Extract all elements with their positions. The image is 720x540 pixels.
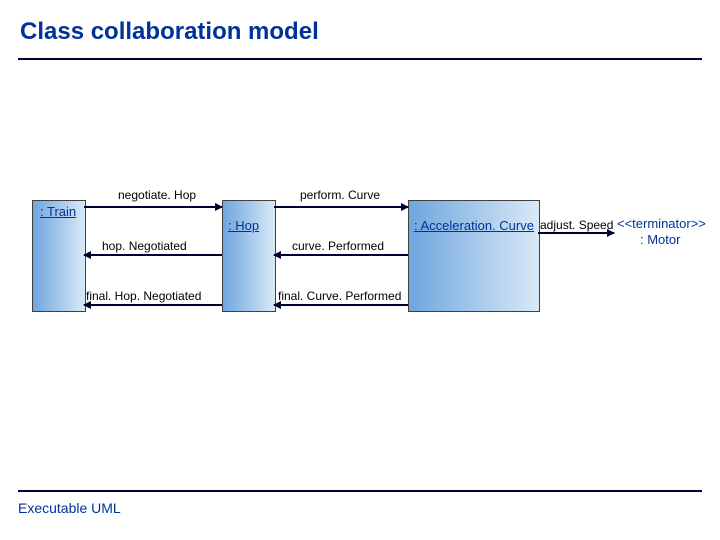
object-motor-label: : Motor [640,232,680,247]
msg-hopNegotiated: hop. Negotiated [102,239,187,253]
footer-text: Executable UML [18,500,121,516]
slide-root: { "title": "Class collaboration model", … [0,0,720,540]
title-rule [18,58,702,60]
arrow-curvePerformed [274,254,408,256]
object-hop-label: : Hop [228,218,259,233]
arrow-performCurve [274,206,408,208]
footer-rule [18,490,702,492]
object-hop-box [222,200,276,312]
arrow-adjustSpeed [538,232,614,234]
object-train-label: : Train [40,204,76,219]
page-title: Class collaboration model [20,18,319,46]
msg-performCurve: perform. Curve [300,188,380,202]
msg-adjustSpeed: adjust. Speed [540,218,613,232]
arrow-finalCurvePerformed [274,304,408,306]
object-accel-box [408,200,540,312]
arrow-negotiateHop [84,206,222,208]
object-motor-stereotype: <<terminator>> [617,216,706,231]
arrow-finalHopNegotiated [84,304,222,306]
object-accel-label: : Acceleration. Curve [414,218,534,233]
arrow-hopNegotiated [84,254,222,256]
msg-negotiateHop: negotiate. Hop [118,188,196,202]
msg-finalCurvePerformed: final. Curve. Performed [278,289,401,303]
msg-curvePerformed: curve. Performed [292,239,384,253]
msg-finalHopNegotiated: final. Hop. Negotiated [86,289,201,303]
